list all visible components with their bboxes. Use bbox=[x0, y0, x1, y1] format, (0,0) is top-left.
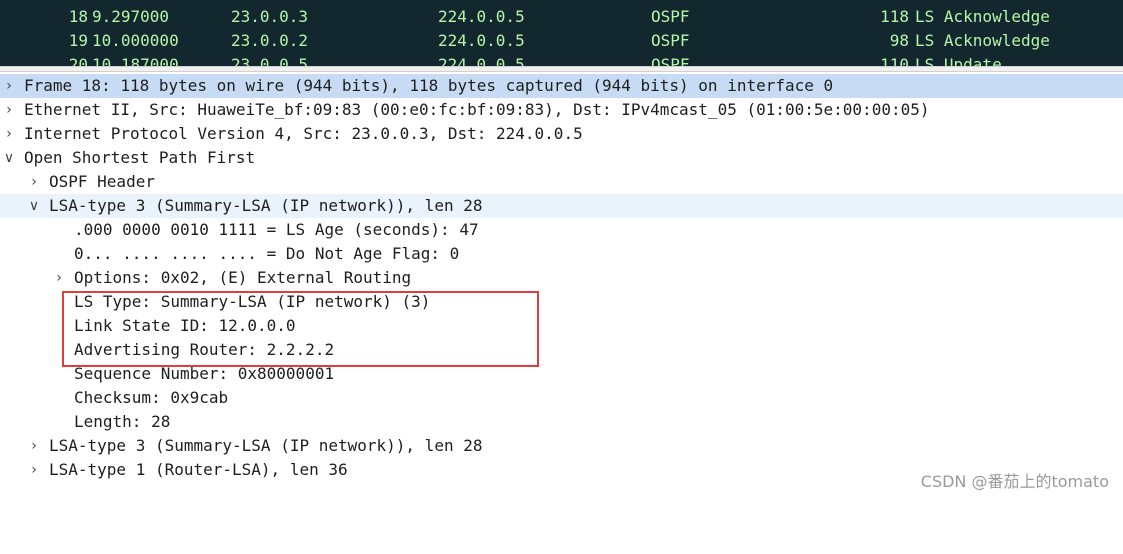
tree-item-label: .000 0000 0010 1111 = LS Age (seconds): … bbox=[74, 220, 479, 239]
tree-item-advertising-router[interactable]: Advertising Router: 2.2.2.2 bbox=[0, 338, 1123, 362]
tree-item-label: LSA-type 1 (Router-LSA), len 36 bbox=[49, 460, 348, 479]
chevron-right-icon[interactable]: › bbox=[52, 266, 66, 290]
tree-item-do-not-age[interactable]: 0... .... .... .... = Do Not Age Flag: 0 bbox=[0, 242, 1123, 266]
tree-item-label: Length: 28 bbox=[74, 412, 171, 431]
tree-item-label: Ethernet II, Src: HuaweiTe_bf:09:83 (00:… bbox=[24, 100, 930, 119]
tree-item-label: LSA-type 3 (Summary-LSA (IP network)), l… bbox=[49, 196, 483, 215]
chevron-right-icon[interactable]: › bbox=[2, 74, 16, 98]
packet-length: 118 bbox=[880, 7, 909, 26]
chevron-down-icon[interactable]: ∨ bbox=[27, 194, 41, 218]
chevron-right-icon[interactable]: › bbox=[27, 458, 41, 482]
chevron-right-icon[interactable]: › bbox=[27, 170, 41, 194]
packet-info: LS Update bbox=[915, 55, 1002, 66]
tree-item-label: LSA-type 3 (Summary-LSA (IP network)), l… bbox=[49, 436, 483, 455]
tree-item-ls-type[interactable]: LS Type: Summary-LSA (IP network) (3) bbox=[0, 290, 1123, 314]
tree-item-label: Internet Protocol Version 4, Src: 23.0.0… bbox=[24, 124, 583, 143]
tree-item-options[interactable]: › Options: 0x02, (E) External Routing bbox=[0, 266, 1123, 290]
tree-item-label: Checksum: 0x9cab bbox=[74, 388, 229, 407]
packet-info: LS Acknowledge bbox=[915, 31, 1050, 50]
packet-row-19[interactable]: 19 10.000000 23.0.0.2 224.0.0.5 OSPF 98 … bbox=[0, 29, 1123, 53]
packet-length: 110 bbox=[880, 55, 909, 66]
tree-item-label: Options: 0x02, (E) External Routing bbox=[74, 268, 412, 287]
tree-item-sequence-number[interactable]: Sequence Number: 0x80000001 bbox=[0, 362, 1123, 386]
tree-item-label: Sequence Number: 0x80000001 bbox=[74, 364, 335, 383]
tree-item-label: Open Shortest Path First bbox=[24, 148, 256, 167]
tree-item-link-state-id[interactable]: Link State ID: 12.0.0.0 bbox=[0, 314, 1123, 338]
packet-row-18[interactable]: 18 9.297000 23.0.0.3 224.0.0.5 OSPF 118 … bbox=[0, 5, 1123, 29]
packet-length: 98 bbox=[889, 31, 909, 50]
chevron-right-icon[interactable]: › bbox=[2, 98, 16, 122]
tree-item-label: 0... .... .... .... = Do Not Age Flag: 0 bbox=[74, 244, 460, 263]
packet-row-20[interactable]: 20 10.187000 23.0.0.5 224.0.0.5 OSPF 110… bbox=[0, 53, 1123, 66]
watermark: CSDN @番茄上的tomato bbox=[920, 472, 1109, 491]
tree-item-checksum[interactable]: Checksum: 0x9cab bbox=[0, 386, 1123, 410]
packet-list[interactable]: 18 9.297000 23.0.0.3 224.0.0.5 OSPF 118 … bbox=[0, 0, 1123, 66]
tree-item-lsa-type3[interactable]: ∨ LSA-type 3 (Summary-LSA (IP network)),… bbox=[0, 194, 1123, 218]
tree-item-lsa-type3-second[interactable]: › LSA-type 3 (Summary-LSA (IP network)),… bbox=[0, 434, 1123, 458]
tree-item-ospf[interactable]: ∨ Open Shortest Path First bbox=[0, 146, 1123, 170]
tree-item-label: Link State ID: 12.0.0.0 bbox=[74, 316, 296, 335]
packet-info: LS Acknowledge bbox=[915, 7, 1050, 26]
tree-item-label: OSPF Header bbox=[49, 172, 155, 191]
chevron-right-icon[interactable]: › bbox=[2, 122, 16, 146]
tree-item-ls-age[interactable]: .000 0000 0010 1111 = LS Age (seconds): … bbox=[0, 218, 1123, 242]
chevron-right-icon[interactable]: › bbox=[27, 434, 41, 458]
tree-item-ethernet[interactable]: › Ethernet II, Src: HuaweiTe_bf:09:83 (0… bbox=[0, 98, 1123, 122]
pane-splitter[interactable] bbox=[0, 66, 1123, 72]
tree-item-frame[interactable]: › Frame 18: 118 bytes on wire (944 bits)… bbox=[0, 74, 1123, 98]
tree-item-length[interactable]: Length: 28 bbox=[0, 410, 1123, 434]
tree-item-ospf-header[interactable]: › OSPF Header bbox=[0, 170, 1123, 194]
tree-item-ip[interactable]: › Internet Protocol Version 4, Src: 23.0… bbox=[0, 122, 1123, 146]
chevron-down-icon[interactable]: ∨ bbox=[2, 146, 16, 170]
tree-item-label: Advertising Router: 2.2.2.2 bbox=[74, 340, 335, 359]
tree-item-label: LS Type: Summary-LSA (IP network) (3) bbox=[74, 292, 431, 311]
tree-item-label: Frame 18: 118 bytes on wire (944 bits), … bbox=[24, 76, 834, 95]
